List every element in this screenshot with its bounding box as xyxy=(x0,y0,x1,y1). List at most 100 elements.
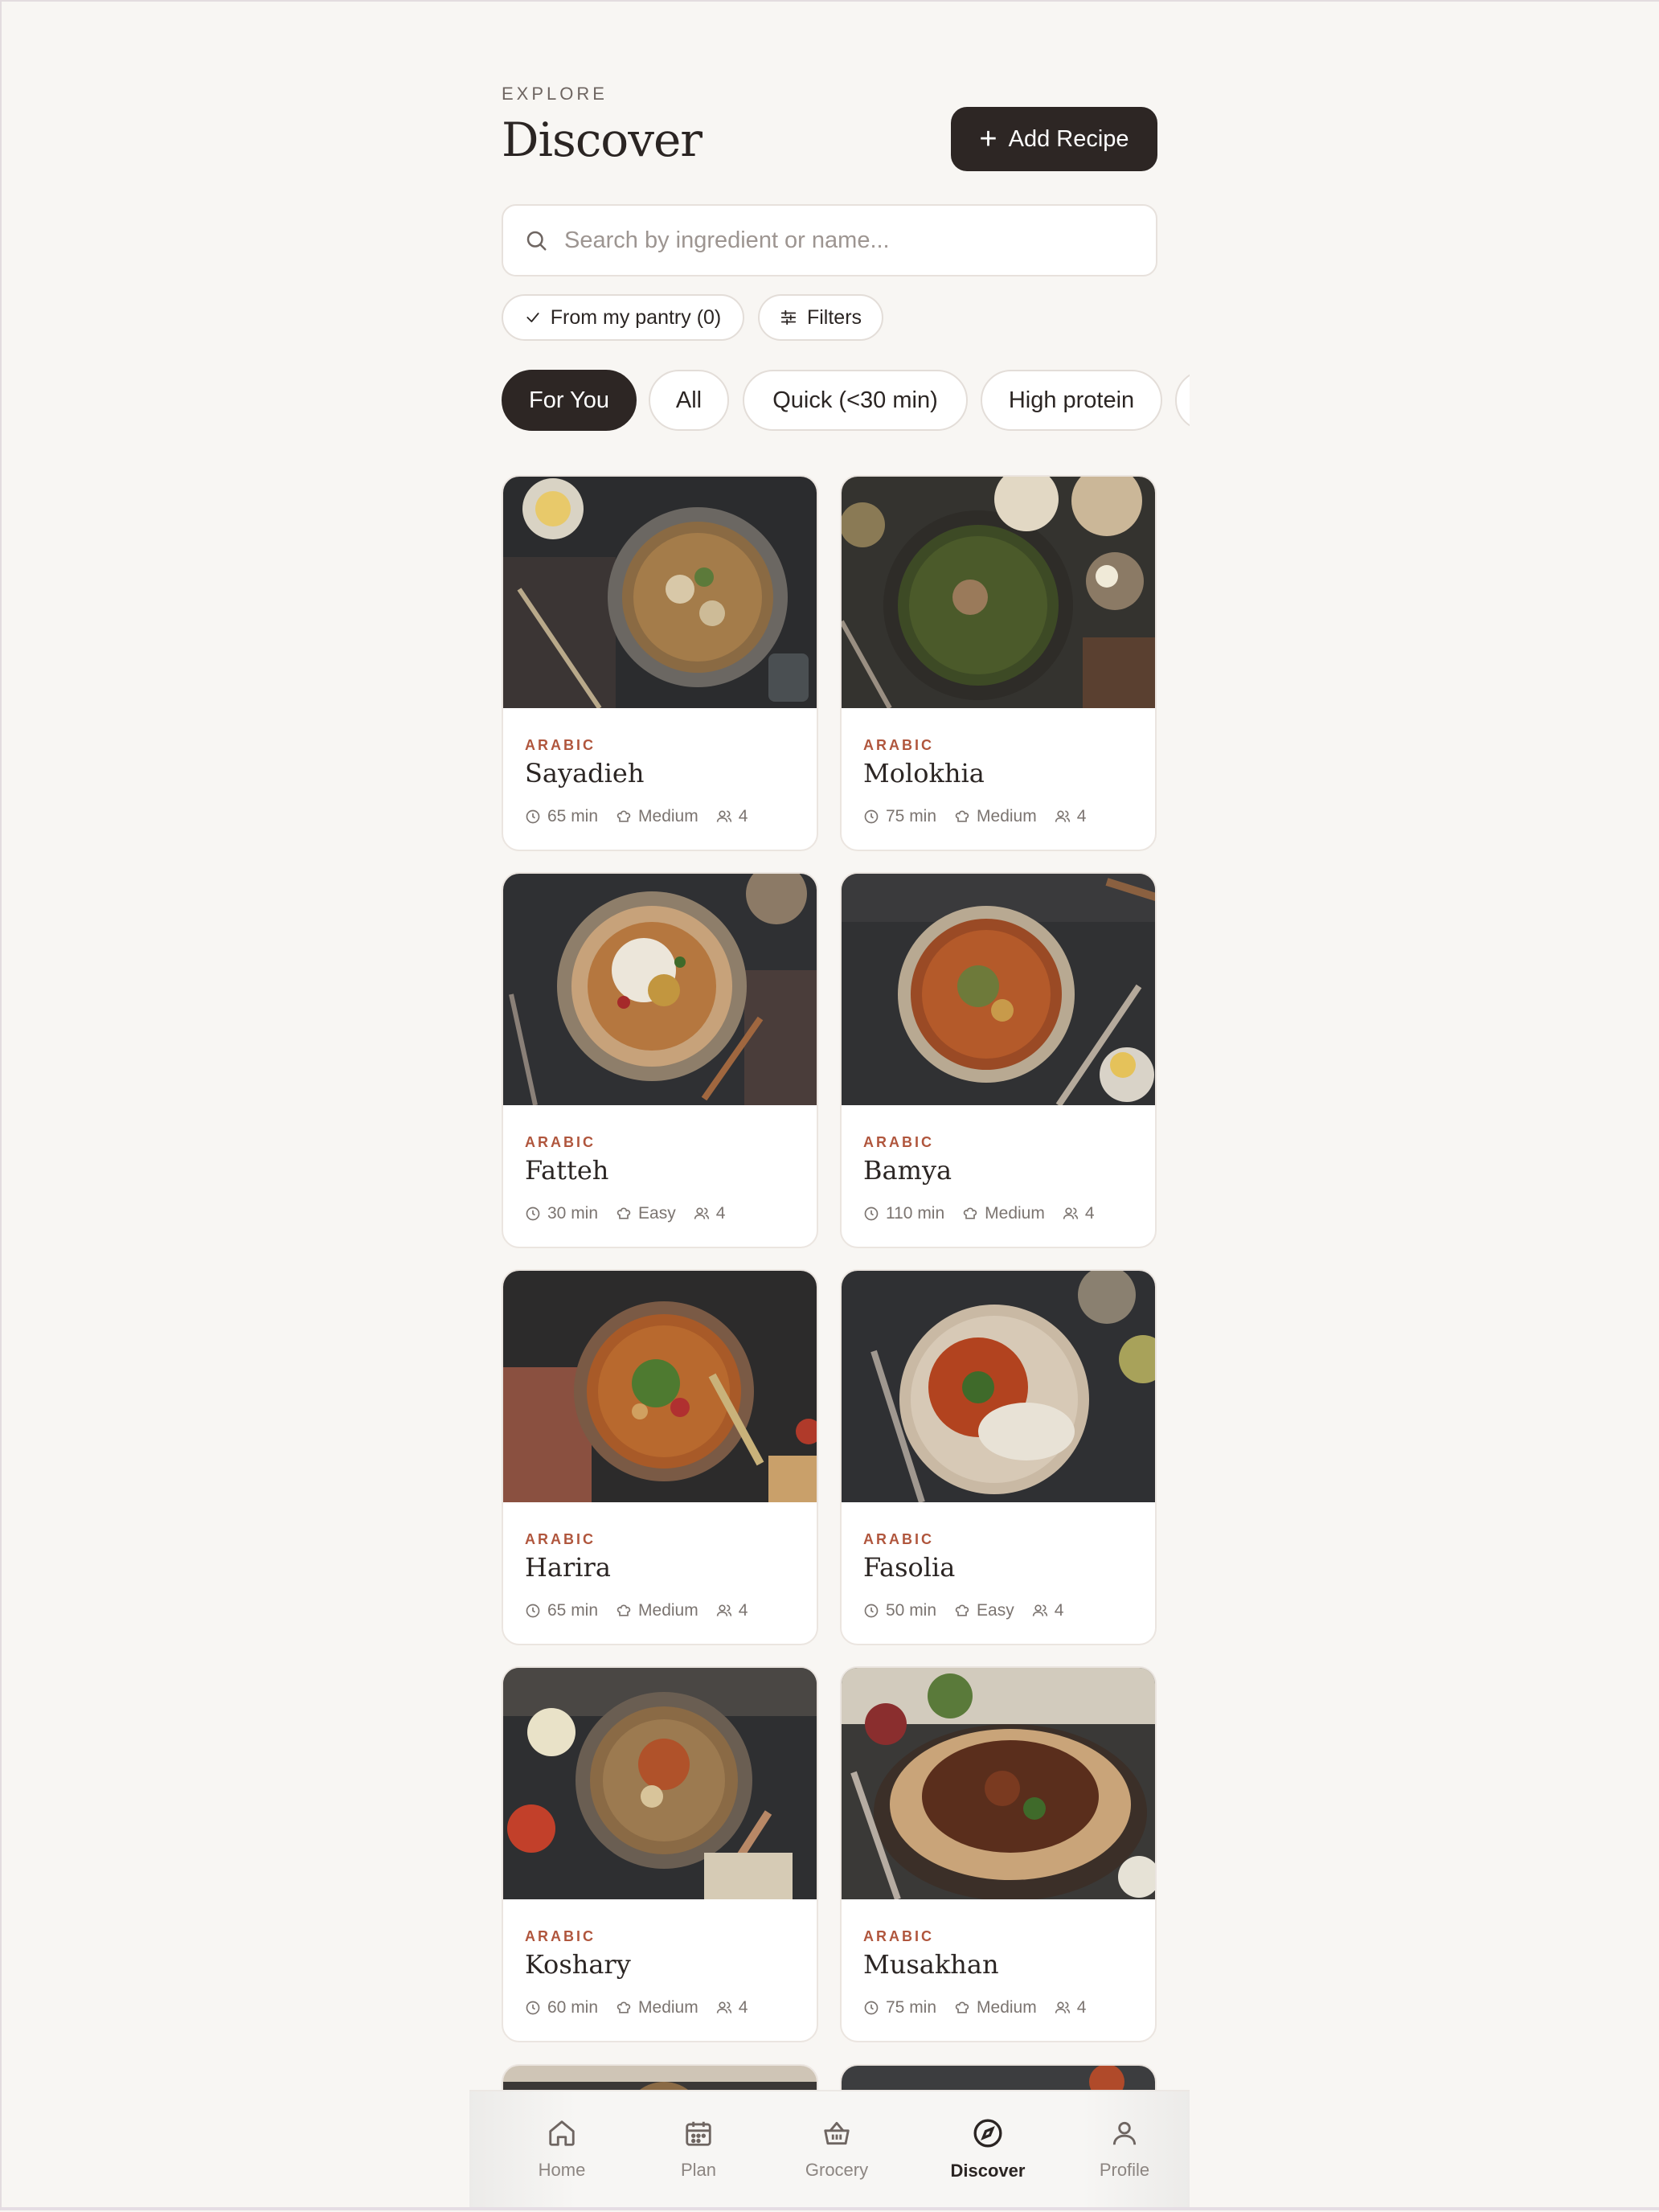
section-eyebrow: EXPLORE xyxy=(502,84,608,104)
recipe-photo xyxy=(842,1668,1155,1899)
chef-hat-icon xyxy=(955,2001,969,2013)
recipe-meta: 60 min Medium 4 xyxy=(525,1998,765,2017)
chip-next-partial[interactable] xyxy=(1175,370,1190,431)
chef-hat-icon xyxy=(616,1207,631,1219)
recipe-time: 110 min xyxy=(886,1204,945,1223)
recipe-card[interactable]: ARABIC Koshary 60 min Medium 4 xyxy=(502,1666,818,2042)
nav-plan[interactable]: Plan xyxy=(646,2091,751,2207)
bottom-navigation: Home Plan Grocery Discover Profile xyxy=(469,2090,1190,2207)
nav-discover[interactable]: Discover xyxy=(928,2091,1048,2207)
recipe-photo xyxy=(503,1271,817,1502)
chef-hat-icon xyxy=(616,1604,631,1616)
recipe-name: Harira xyxy=(525,1552,611,1583)
recipe-servings: 4 xyxy=(738,1998,748,2017)
check-icon xyxy=(526,313,539,322)
clock-icon xyxy=(526,2001,540,2015)
recipe-difficulty: Medium xyxy=(977,1998,1037,2017)
nav-discover-label: Discover xyxy=(950,2161,1026,2181)
search-icon xyxy=(526,231,547,251)
recipe-photo xyxy=(842,1271,1155,1502)
clock-icon xyxy=(864,2001,879,2015)
recipe-card[interactable]: ARABIC Musakhan 75 min Medium 4 xyxy=(840,1666,1157,2042)
recipe-time: 75 min xyxy=(886,807,937,825)
cuisine-label: ARABIC xyxy=(525,737,596,753)
recipe-name: Fatteh xyxy=(525,1155,609,1186)
recipe-meta: 65 min Medium 4 xyxy=(525,807,765,826)
cuisine-label: ARABIC xyxy=(863,1928,934,1944)
nav-plan-label: Plan xyxy=(680,2160,717,2180)
recipe-name: Musakhan xyxy=(863,1949,999,1980)
sliders-icon xyxy=(780,309,797,326)
clock-icon xyxy=(864,1604,879,1618)
recipe-servings: 4 xyxy=(1084,1204,1095,1223)
cuisine-label: ARABIC xyxy=(525,1531,596,1547)
nav-home[interactable]: Home xyxy=(510,2091,614,2207)
chip-high-protein[interactable]: High protein xyxy=(981,370,1162,431)
people-icon xyxy=(716,810,731,822)
clock-icon xyxy=(526,1206,540,1221)
plus-icon: + xyxy=(979,122,997,156)
recipe-difficulty: Medium xyxy=(638,807,698,825)
recipe-time: 60 min xyxy=(547,1998,599,2017)
recipe-time: 65 min xyxy=(547,1601,599,1620)
recipe-meta: 110 min Medium 4 xyxy=(863,1204,1112,1223)
recipe-card[interactable]: ARABIC Fasolia 50 min Easy 4 xyxy=(840,1269,1157,1645)
recipe-difficulty: Easy xyxy=(638,1204,676,1223)
people-icon xyxy=(1055,2001,1070,2013)
chef-hat-icon xyxy=(616,810,631,822)
recipe-name: Koshary xyxy=(525,1949,631,1980)
recipe-photo xyxy=(503,874,817,1105)
nav-grocery[interactable]: Grocery xyxy=(784,2091,889,2207)
people-icon xyxy=(1032,1604,1047,1616)
filters-label: Filters xyxy=(806,305,862,329)
recipe-servings: 4 xyxy=(1076,1998,1087,2017)
recipe-photo xyxy=(842,477,1155,708)
nav-grocery-label: Grocery xyxy=(805,2160,869,2180)
filters-button[interactable]: Filters xyxy=(758,294,883,341)
recipe-card[interactable]: ARABIC Fatteh 30 min Easy 4 xyxy=(502,872,818,1248)
chef-hat-icon xyxy=(955,810,969,822)
nav-profile[interactable]: Profile xyxy=(1072,2091,1177,2207)
chip-quick[interactable]: Quick (<30 min) xyxy=(743,370,968,431)
recipe-meta: 75 min Medium 4 xyxy=(863,807,1104,826)
pantry-filter-label: From my pantry (0) xyxy=(550,305,722,329)
clock-icon xyxy=(526,809,540,824)
recipe-servings: 4 xyxy=(1076,807,1087,825)
chef-hat-icon xyxy=(963,1207,977,1219)
search-bar[interactable] xyxy=(502,204,1157,276)
recipe-servings: 4 xyxy=(738,1601,748,1620)
recipe-meta: 65 min Medium 4 xyxy=(525,1601,765,1620)
recipe-name: Fasolia xyxy=(863,1552,956,1583)
category-chip-row: For You All Quick (<30 min) High protein xyxy=(502,370,1190,431)
home-icon xyxy=(549,2120,575,2146)
cuisine-label: ARABIC xyxy=(525,1928,596,1944)
search-input[interactable] xyxy=(563,226,1129,255)
recipe-time: 30 min xyxy=(547,1204,599,1223)
basket-icon xyxy=(824,2121,850,2145)
recipe-difficulty: Medium xyxy=(985,1204,1045,1223)
people-icon xyxy=(1063,1207,1079,1219)
page-title: Discover xyxy=(502,113,703,167)
recipe-name: Bamya xyxy=(863,1155,952,1186)
recipe-card[interactable]: ARABIC Molokhia 75 min Medium 4 xyxy=(840,475,1157,851)
recipe-time: 50 min xyxy=(886,1601,937,1620)
chip-for-you[interactable]: For You xyxy=(502,370,637,431)
chip-all[interactable]: All xyxy=(649,370,729,431)
recipe-card[interactable]: ARABIC Sayadieh 65 min Medium 4 xyxy=(502,475,818,851)
recipe-card[interactable]: ARABIC Bamya 110 min Medium 4 xyxy=(840,872,1157,1248)
recipe-servings: 4 xyxy=(1054,1601,1064,1620)
clock-icon xyxy=(526,1604,540,1618)
recipe-card[interactable]: ARABIC Harira 65 min Medium 4 xyxy=(502,1269,818,1645)
compass-icon xyxy=(973,2119,1002,2148)
cuisine-label: ARABIC xyxy=(863,737,934,753)
add-recipe-label: Add Recipe xyxy=(1008,125,1129,152)
recipe-name: Sayadieh xyxy=(525,758,645,789)
people-icon xyxy=(1055,810,1070,822)
recipe-difficulty: Medium xyxy=(977,807,1037,825)
clock-icon xyxy=(864,809,879,824)
pantry-filter-button[interactable]: From my pantry (0) xyxy=(502,294,744,341)
cuisine-label: ARABIC xyxy=(525,1134,596,1150)
recipe-difficulty: Medium xyxy=(638,1998,698,2017)
add-recipe-button[interactable]: + Add Recipe xyxy=(951,107,1157,171)
recipe-time: 75 min xyxy=(886,1998,937,2017)
